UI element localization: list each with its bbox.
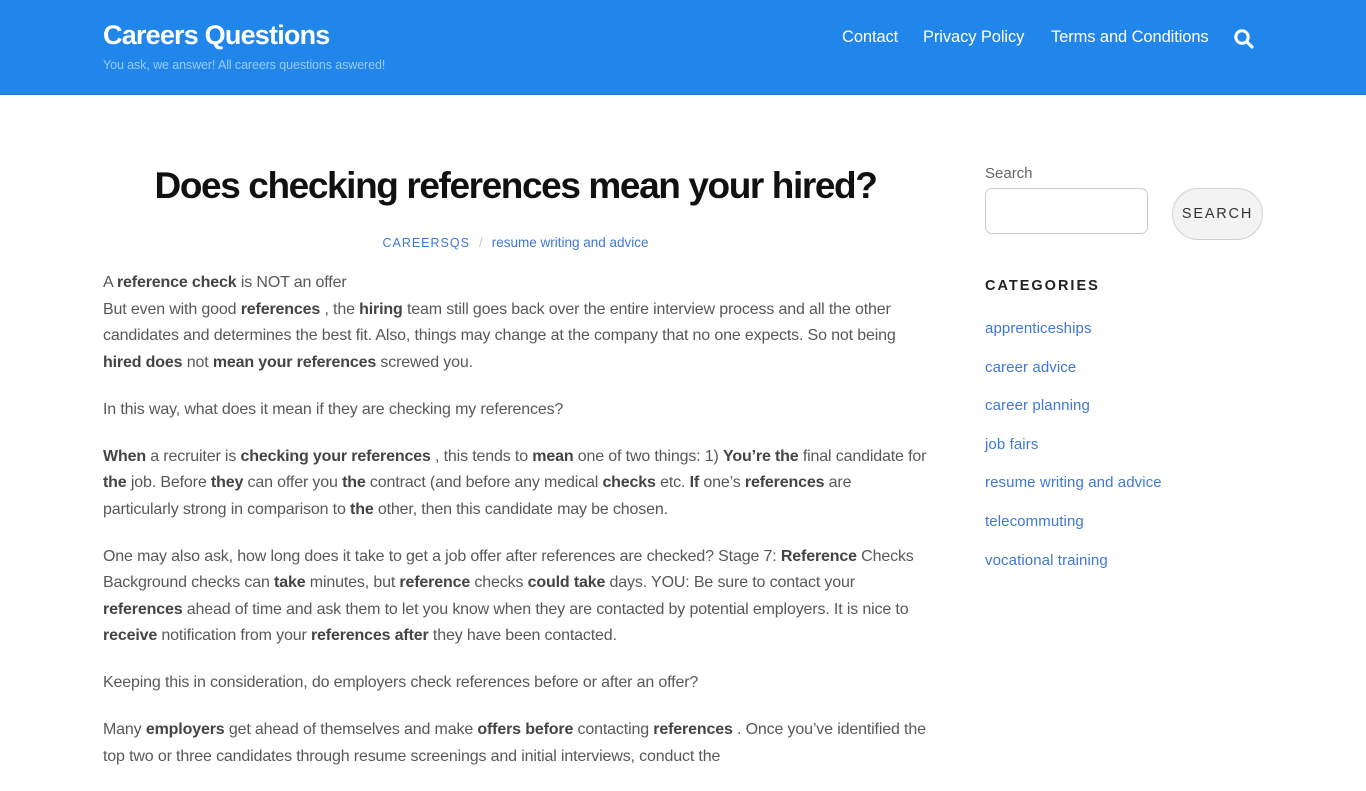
emphasis-text: references bbox=[744, 474, 825, 491]
emphasis-text: If bbox=[689, 474, 700, 491]
emphasis-text: employers bbox=[145, 721, 225, 738]
article-paragraph: A reference check is NOT an offer But eve… bbox=[103, 274, 896, 371]
article-paragraph: Many employers get ahead of themselves a… bbox=[103, 721, 926, 765]
category-item: job fairs bbox=[985, 436, 1162, 475]
emphasis-text: hired does bbox=[103, 353, 183, 371]
categories-list: apprenticeships career advice career pla… bbox=[985, 320, 1162, 590]
search-label: Search bbox=[985, 165, 1033, 182]
emphasis-text: receive bbox=[103, 627, 158, 644]
category-item: career advice bbox=[985, 359, 1162, 398]
meta-separator: / bbox=[478, 235, 483, 250]
emphasis-text: they bbox=[210, 474, 244, 491]
article-title: Does checking references mean your hired… bbox=[154, 165, 878, 206]
emphasis-text: Reference bbox=[780, 547, 857, 565]
category-item: telecommuting bbox=[985, 513, 1162, 552]
emphasis-text: checks bbox=[602, 474, 656, 491]
emphasis-text: the bbox=[342, 474, 366, 491]
category-link-resume-writing[interactable]: resume writing and advice bbox=[985, 474, 1162, 491]
category-item: vocational training bbox=[985, 552, 1162, 591]
category-item: apprenticeships bbox=[985, 320, 1162, 359]
article-paragraph: One may also ask, how long does it take … bbox=[103, 547, 914, 645]
category-item: career planning bbox=[985, 397, 1162, 436]
category-link-telecommuting[interactable]: telecommuting bbox=[985, 513, 1084, 530]
emphasis-text: the bbox=[103, 474, 127, 491]
category-link-apprenticeships[interactable]: apprenticeships bbox=[985, 320, 1092, 337]
article-paragraph: In this way, what does it mean if they a… bbox=[103, 400, 564, 418]
category-link-career-planning[interactable]: career planning bbox=[985, 397, 1090, 414]
emphasis-text: references bbox=[103, 600, 183, 618]
emphasis-text: When bbox=[103, 447, 146, 465]
emphasis-text: reference bbox=[399, 574, 471, 591]
search-icon[interactable] bbox=[1233, 28, 1255, 50]
emphasis-text: You’re the bbox=[723, 447, 799, 465]
emphasis-text: could take bbox=[527, 574, 606, 591]
emphasis-text: references after bbox=[310, 627, 429, 644]
emphasis-text: hiring bbox=[359, 300, 403, 318]
search-input[interactable] bbox=[985, 188, 1148, 234]
emphasis-text: mean bbox=[532, 447, 574, 465]
author-link[interactable]: CAREERSQS bbox=[382, 236, 470, 250]
article-body: A reference check is NOT an offer But eve… bbox=[103, 270, 928, 791]
article-meta: CAREERSQS / resume writing and advice bbox=[103, 235, 928, 250]
emphasis-text: reference check bbox=[116, 274, 237, 291]
category-link-job-fairs[interactable]: job fairs bbox=[985, 436, 1038, 453]
emphasis-text: offers before bbox=[477, 721, 574, 738]
search-button[interactable]: SEARCH bbox=[1172, 188, 1263, 240]
nav-link-privacy-policy[interactable]: Privacy Policy bbox=[923, 28, 1024, 47]
emphasis-text: checking your references bbox=[240, 447, 431, 465]
site-tagline: You ask, we answer! All careers question… bbox=[103, 58, 386, 72]
category-item: resume writing and advice bbox=[985, 474, 1162, 513]
emphasis-text: references bbox=[240, 300, 321, 318]
category-link[interactable]: resume writing and advice bbox=[492, 235, 649, 250]
main-navigation: Contact Privacy Policy Terms and Conditi… bbox=[0, 28, 1366, 52]
emphasis-text: mean your references bbox=[212, 353, 377, 371]
categories-title: CATEGORIES bbox=[985, 278, 1100, 294]
nav-link-terms-and-conditions[interactable]: Terms and Conditions bbox=[1051, 28, 1209, 47]
site-header: Careers Questions You ask, we answer! Al… bbox=[0, 0, 1366, 95]
category-link-vocational-training[interactable]: vocational training bbox=[985, 552, 1108, 569]
category-link-career-advice[interactable]: career advice bbox=[985, 359, 1076, 376]
article-paragraph: When a recruiter is checking your refere… bbox=[103, 447, 927, 518]
emphasis-text: the bbox=[350, 500, 374, 518]
article-paragraph: Keeping this in consideration, do employ… bbox=[103, 674, 699, 691]
emphasis-text: references bbox=[653, 721, 733, 738]
emphasis-text: take bbox=[274, 574, 306, 591]
nav-link-contact[interactable]: Contact bbox=[842, 28, 898, 47]
